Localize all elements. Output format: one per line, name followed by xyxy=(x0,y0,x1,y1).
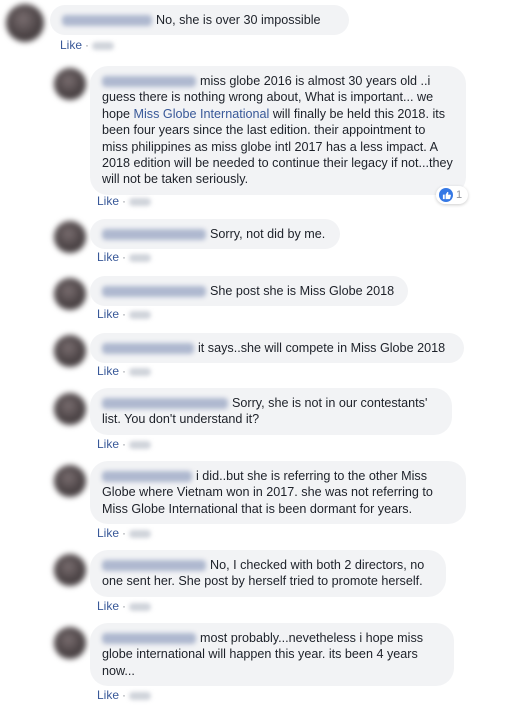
page-link[interactable]: Miss Globe International xyxy=(134,107,270,121)
like-link[interactable]: Like xyxy=(97,250,119,264)
comment-text: it says..she will compete in Miss Globe … xyxy=(198,341,446,355)
like-link[interactable]: Like xyxy=(97,437,119,451)
avatar[interactable] xyxy=(54,393,86,425)
comment-text: She post she is Miss Globe 2018 xyxy=(210,284,395,298)
comment-author[interactable] xyxy=(102,471,192,483)
avatar[interactable] xyxy=(54,465,86,497)
timestamp[interactable] xyxy=(129,440,152,449)
separator: · xyxy=(85,38,90,52)
timestamp[interactable] xyxy=(129,602,152,611)
like-link[interactable]: Like xyxy=(97,526,119,540)
comment-author[interactable] xyxy=(102,343,194,355)
comment-text: No, she is over 30 impossible xyxy=(156,13,321,27)
comment-bubble: No, she is over 30 impossible xyxy=(50,5,349,36)
like-link[interactable]: Like xyxy=(97,364,119,378)
comment-author[interactable] xyxy=(102,398,228,410)
comment-bubble: most probably...nevetheless i hope miss … xyxy=(90,623,454,687)
comment-bubble: i did..but she is referring to the other… xyxy=(90,461,466,525)
comment-author[interactable] xyxy=(102,76,196,88)
timestamp[interactable] xyxy=(129,367,152,376)
comment-bubble: it says..she will compete in Miss Globe … xyxy=(90,333,464,364)
timestamp[interactable] xyxy=(129,529,152,538)
avatar[interactable] xyxy=(54,335,86,367)
timestamp[interactable] xyxy=(92,41,115,50)
like-link[interactable]: Like xyxy=(97,599,119,613)
comment-bubble: No, I checked with both 2 directors, no … xyxy=(90,550,446,597)
comment-bubble: She post she is Miss Globe 2018 xyxy=(90,276,408,307)
like-reaction-icon xyxy=(439,188,453,202)
comment-author[interactable] xyxy=(102,229,206,241)
comment-author[interactable] xyxy=(62,15,152,27)
avatar[interactable] xyxy=(54,278,86,310)
avatar[interactable] xyxy=(54,554,86,586)
avatar[interactable] xyxy=(54,68,86,100)
comment-author[interactable] xyxy=(102,560,206,572)
reaction-count[interactable]: 1 xyxy=(436,186,469,204)
comment-author[interactable] xyxy=(102,633,196,645)
avatar[interactable] xyxy=(54,221,86,253)
timestamp[interactable] xyxy=(129,691,152,700)
like-link[interactable]: Like xyxy=(97,688,119,702)
timestamp[interactable] xyxy=(129,310,152,319)
avatar[interactable] xyxy=(6,4,44,42)
like-link[interactable]: Like xyxy=(97,307,119,321)
comment-text: Sorry, not did by me. xyxy=(210,227,326,241)
comment-author[interactable] xyxy=(102,286,206,298)
timestamp[interactable] xyxy=(129,197,152,206)
comment-bubble: Sorry, she is not in our contestants' li… xyxy=(90,388,452,435)
like-link[interactable]: Like xyxy=(97,194,119,208)
avatar[interactable] xyxy=(54,627,86,659)
timestamp[interactable] xyxy=(129,253,152,262)
comment-bubble: Sorry, not did by me. xyxy=(90,219,340,250)
comment-bubble: miss globe 2016 is almost 30 years old .… xyxy=(90,66,466,195)
like-link[interactable]: Like xyxy=(60,38,82,52)
